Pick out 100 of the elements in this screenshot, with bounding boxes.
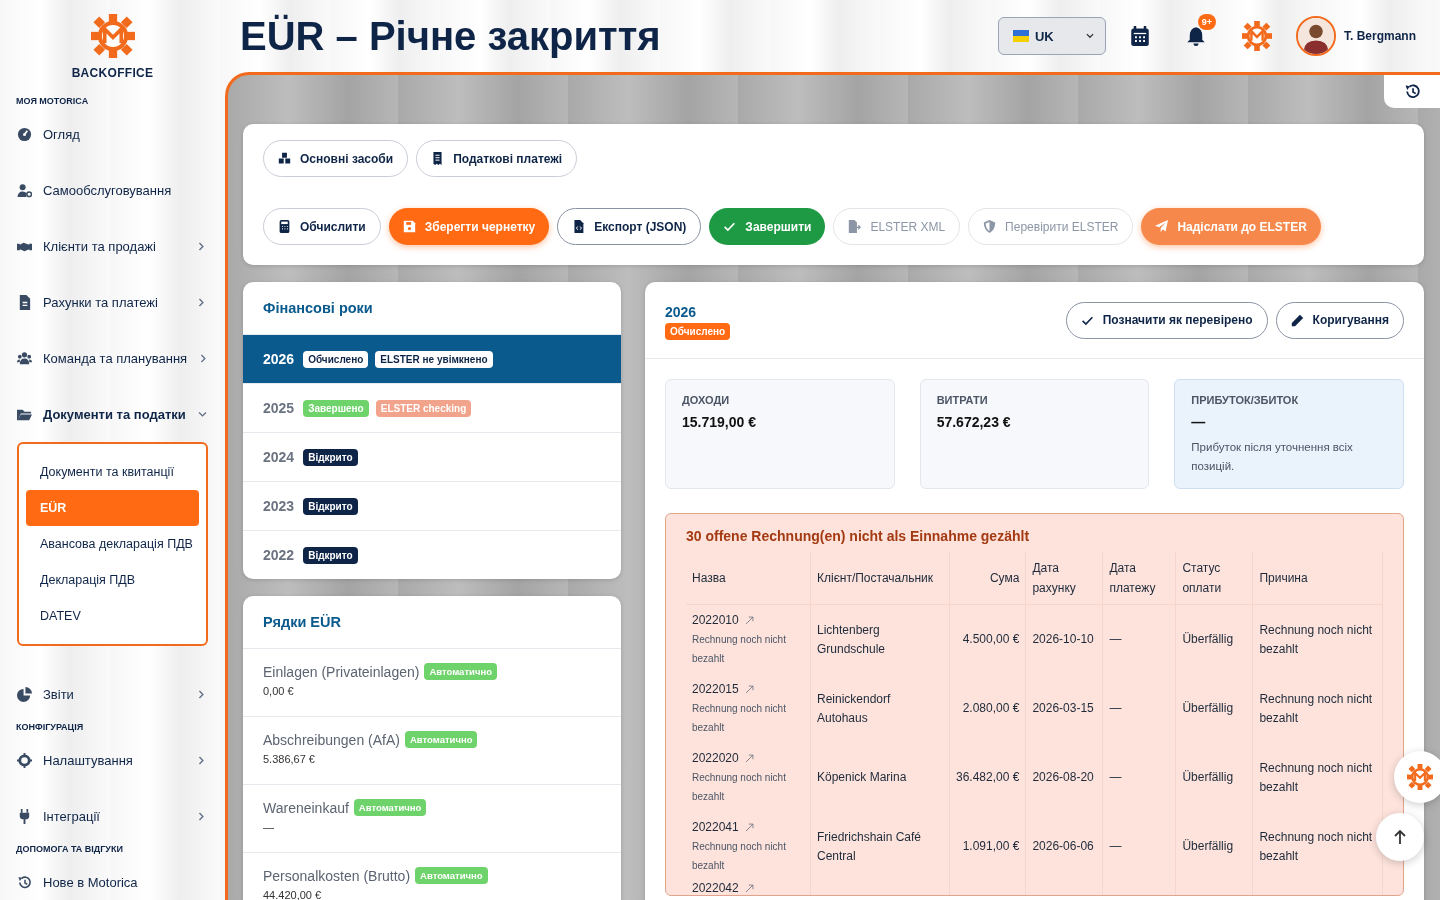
invoice-link[interactable]: 2022010 [692, 611, 739, 630]
table-cell: — [1109, 770, 1122, 784]
table-cell: Reinickendorf Autohaus [817, 691, 891, 725]
arrow-up-icon [1392, 829, 1408, 845]
submenu-item[interactable]: Декларація ПДВ [26, 562, 199, 598]
nav-item[interactable]: Рахунки та платежі [0, 274, 225, 330]
file-code-icon [572, 220, 586, 233]
eur-line-row[interactable]: Personalkosten (Brutto) Автоматично 44.420,00 € [243, 853, 621, 900]
invoice-note: Rechnung noch nicht bezahlt [692, 702, 787, 735]
line-value: 0,00 € [263, 685, 295, 697]
gauge-icon [17, 126, 32, 142]
pencil-icon [1290, 313, 1304, 327]
user-gear-icon [17, 182, 32, 198]
eur-line-row[interactable]: Wareneinkauf Автоматично — [243, 785, 621, 853]
nav-item[interactable]: Огляд [0, 106, 225, 162]
table-cell: Rechnung noch nicht bezahlt [1259, 622, 1373, 656]
logo-icon [1242, 21, 1272, 51]
settings-icon [17, 752, 32, 768]
chevron-icon [196, 240, 207, 252]
receipt-icon [431, 152, 445, 165]
nav-item[interactable]: Команда та планування [0, 330, 225, 386]
nav-item[interactable]: Нове в Motorica [0, 854, 225, 900]
table-cell: 1.091,00 € [962, 839, 1020, 853]
save-icon [402, 220, 416, 233]
status-badge: Завершено [303, 399, 369, 417]
column-header: Дата рахунку [1025, 552, 1103, 605]
table-cell: Rechnung noch nicht bezahlt [1259, 829, 1373, 863]
toolbar-button[interactable]: Податкові платежі [416, 140, 578, 177]
cubes-icon [278, 152, 291, 165]
card-title: Рядки EÜR [263, 614, 341, 630]
table-cell: 2026-10-10 [1032, 632, 1094, 646]
external-link-icon [743, 822, 755, 833]
nav-item[interactable]: Звіти [0, 666, 225, 722]
nav-item[interactable]: Самообслуговування [0, 162, 225, 218]
action-button[interactable]: Коригування [1275, 301, 1404, 339]
language-select[interactable]: UK [998, 17, 1106, 55]
table-cell: Überfällig [1182, 701, 1234, 715]
calculator-icon [278, 220, 291, 233]
column-header: Дата платежу [1102, 552, 1176, 605]
submenu-item[interactable]: DATEV [26, 598, 199, 634]
toolbar-button[interactable]: Основні засоби [263, 140, 409, 177]
year-row[interactable]: 2026 Обчислено ELSTER не увімкнено [243, 335, 621, 384]
invoice-link[interactable]: 2022020 [692, 749, 739, 768]
year-row[interactable]: 2025 Завершено ELSTER checking [243, 384, 621, 433]
column-header: Причина [1252, 552, 1383, 605]
eur-line-row[interactable]: Abschreibungen (AfA) Автоматично 5.386,67 € [243, 717, 621, 785]
chevron-icon [196, 754, 207, 766]
line-name: Einlagen (Privateinlagen) [263, 663, 420, 680]
auto-badge: Автоматично [415, 867, 488, 884]
invoice-link[interactable]: 2022042 [692, 881, 739, 895]
auto-badge: Автоматично [404, 731, 478, 748]
toolbar-button[interactable]: Завершити [709, 208, 826, 245]
warning-title: 30 offene Rechnung(en) nicht als Einnahme gezählt [686, 528, 1031, 544]
nav-item[interactable]: Інтеграції [0, 788, 225, 844]
check-icon [723, 220, 737, 233]
status-badge: ELSTER checking [375, 399, 472, 417]
chevron-icon [196, 810, 207, 822]
auto-badge: Автоматично [424, 663, 497, 680]
document-icon [17, 294, 32, 310]
external-link-icon [743, 753, 755, 764]
invoice-link[interactable]: 2022015 [692, 680, 739, 699]
stat-value: 57.672,23 € [936, 414, 1012, 430]
card-title: Фінансові роки [263, 300, 373, 316]
people-icon [17, 350, 32, 366]
eur-line-row[interactable]: Einlagen (Privateinlagen) Автоматично 0,00 € [243, 649, 621, 717]
year-row[interactable]: 2022 Відкрито [243, 531, 621, 579]
invoice-link[interactable]: 2022041 [692, 818, 739, 837]
pie-chart-icon [17, 686, 32, 702]
brand-name: BACKOFFICE [71, 66, 154, 80]
invoice-note: Rechnung noch nicht bezahlt [692, 771, 787, 804]
year-row[interactable]: 2023 Відкрито [243, 482, 621, 531]
toolbar-button[interactable]: Експорт (JSON) [557, 208, 702, 245]
toolbar-button[interactable]: Обчислити [263, 208, 381, 245]
status-badge: Обчислено [303, 350, 369, 368]
avatar[interactable] [1296, 16, 1336, 56]
table-cell: 2026-03-15 [1032, 701, 1094, 715]
year-title: 2026 [665, 304, 697, 320]
line-value: 5.386,67 € [263, 753, 316, 765]
nav-item[interactable]: Документи та податки [0, 386, 225, 442]
nav-item[interactable]: Налаштування [0, 732, 225, 788]
table-cell: Köpenick Marina [817, 770, 907, 784]
chevron-icon [196, 296, 207, 308]
submenu-item[interactable]: Авансова декларація ПДВ [26, 526, 199, 562]
nav-item[interactable]: Клієнти та продажі [0, 218, 225, 274]
calendar-icon [1130, 26, 1150, 46]
history-icon [1403, 83, 1421, 100]
stat-note: Прибуток після уточнення всіх позицій. [1191, 440, 1354, 474]
year-row[interactable]: 2024 Відкрито [243, 433, 621, 482]
logo-icon [90, 14, 135, 58]
stat-label: ПРИБУТОК/ЗБИТОК [1191, 394, 1300, 406]
history-icon [17, 874, 32, 890]
action-button[interactable]: Позначити як перевірено [1065, 301, 1268, 339]
notification-badge: 9+ [1197, 14, 1216, 30]
page-title: EÜR – Річне закриття [240, 13, 661, 59]
status-badge: Відкрито [303, 497, 358, 515]
stat-label: ВИТРАТИ [936, 394, 989, 406]
table-cell: — [1109, 701, 1122, 715]
history-button[interactable] [1384, 75, 1440, 108]
section-heading: КОНФІГУРАЦІЯ [16, 722, 85, 732]
submenu-item[interactable]: Документи та квитанції [26, 454, 199, 490]
